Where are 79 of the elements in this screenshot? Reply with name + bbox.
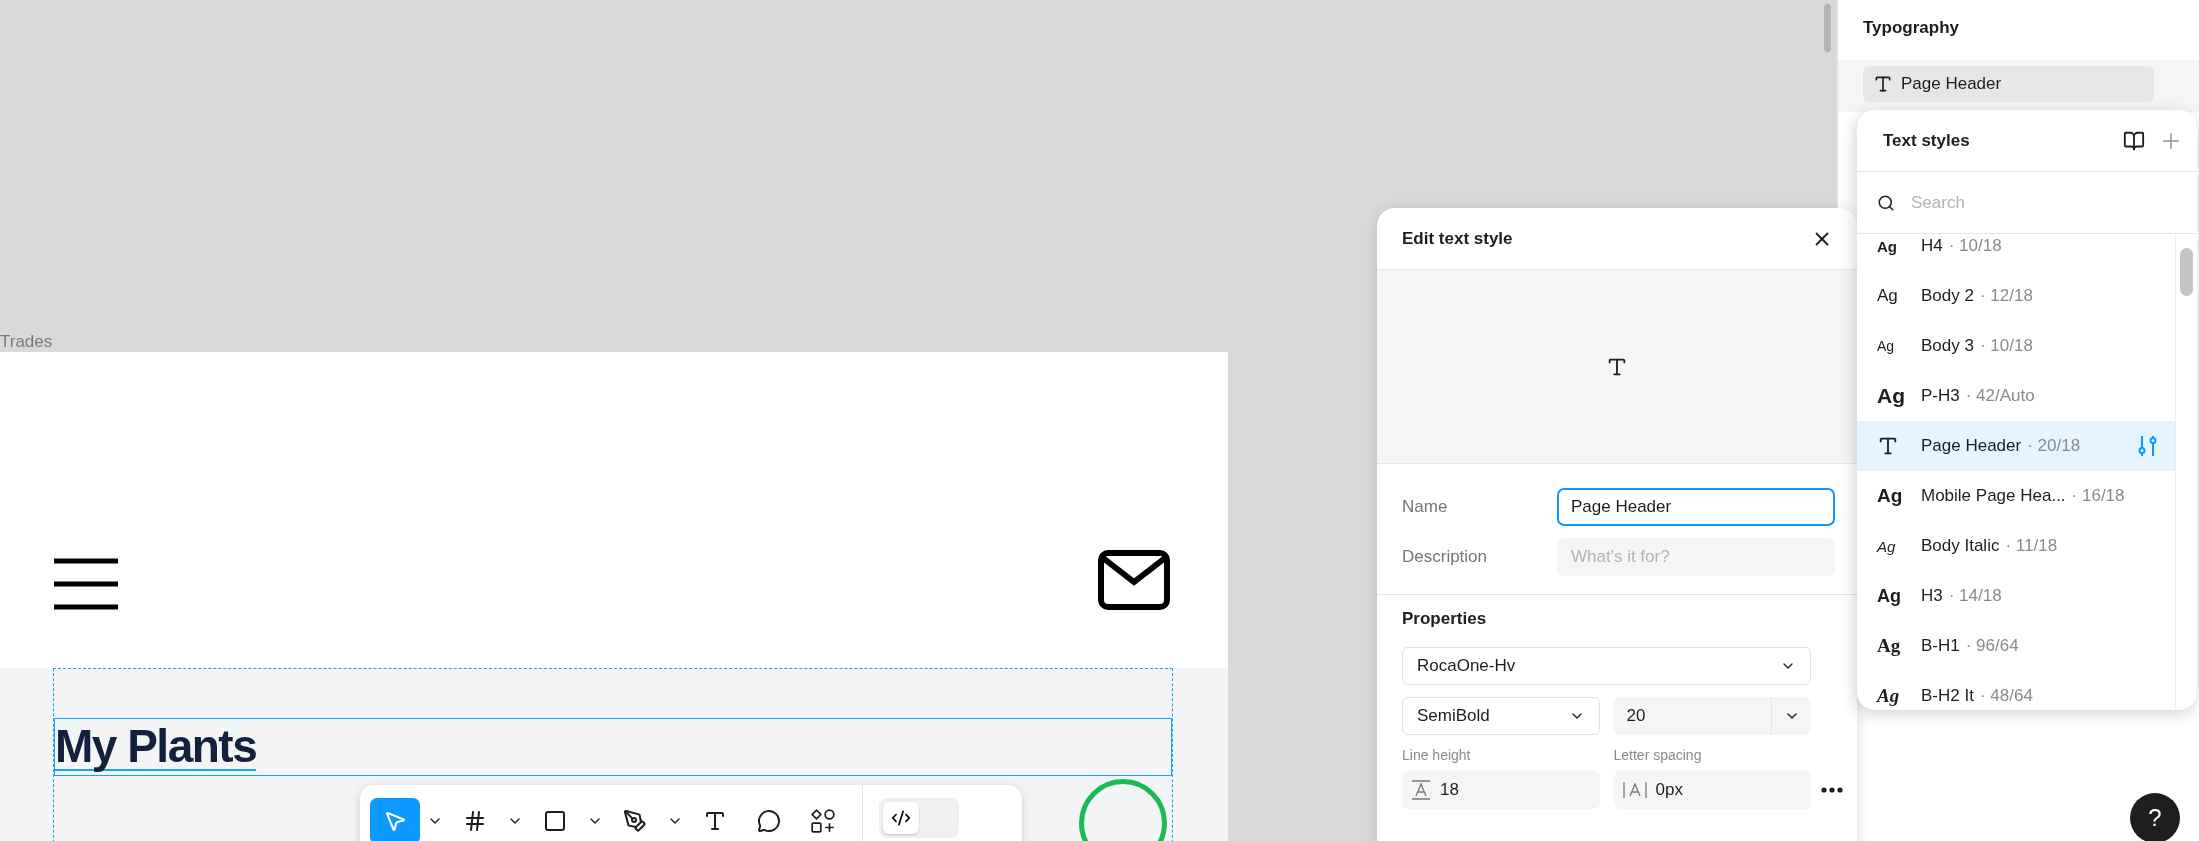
font-weight-dropdown[interactable]: SemiBold [1402, 697, 1600, 735]
search-field[interactable]: Search [1909, 191, 2177, 214]
style-name: B-H1 [1921, 636, 1960, 656]
frame-icon [463, 809, 487, 833]
style-spec: · 10/18 [1979, 336, 2033, 356]
mail-icon [1098, 550, 1170, 610]
style-name: Page Header [1921, 436, 2022, 456]
style-spec: · 42/Auto [1965, 386, 2035, 406]
style-name: B-H2 It [1921, 686, 1974, 706]
line-height-field[interactable]: 18 [1402, 771, 1600, 809]
scrollbar[interactable] [1824, 4, 1831, 52]
text-icon [703, 809, 727, 833]
style-item[interactable]: Ag Body 3 · 10/18 [1857, 321, 2175, 371]
style-preview: Ag [1877, 338, 1895, 354]
style-item[interactable]: Ag Body Italic · 11/18 [1857, 521, 2175, 571]
type-icon [1877, 435, 1899, 457]
adjust-icon [2137, 434, 2159, 458]
letter-spacing-field[interactable]: 0px [1613, 771, 1811, 809]
style-spec: · 48/64 [1979, 686, 2033, 706]
more-icon [1821, 787, 1843, 793]
frame-label: Trades [0, 332, 53, 351]
rectangle-icon [543, 809, 567, 833]
style-item[interactable]: Ag B-H2 It · 48/64 [1857, 671, 2175, 710]
field-label: Line height [1402, 747, 1472, 763]
style-item[interactable]: Ag B-H1 · 96/64 [1857, 621, 2175, 671]
shapes-plus-icon [810, 808, 836, 834]
style-spec: · 10/18 [1948, 236, 2002, 256]
comment-icon [757, 809, 781, 833]
pen-icon [623, 809, 647, 833]
style-name: P-H3 [1921, 386, 1960, 406]
style-preview: Ag [1877, 585, 1901, 607]
style-spec: · 96/64 [1965, 636, 2019, 656]
applied-style-chip[interactable]: Page Header [1863, 66, 2154, 102]
style-item[interactable]: Ag Body 2 · 12/18 [1857, 271, 2175, 321]
style-name: Mobile Page Hea... [1921, 486, 2066, 506]
style-item[interactable]: Ag H3 · 14/18 [1857, 571, 2175, 621]
code-icon [891, 808, 911, 828]
style-spec: · 14/18 [1948, 586, 2002, 606]
style-spec: · 11/18 [2005, 536, 2058, 556]
style-name: Body 2 [1921, 286, 1974, 306]
style-preview: Ag [1877, 537, 1896, 555]
style-spec: · 12/18 [1979, 286, 2033, 306]
style-item[interactable]: Page Header · 20/18 [1857, 421, 2175, 471]
pointer-icon [383, 809, 407, 833]
font-family-dropdown[interactable]: RocaOne-Hv [1402, 647, 1811, 685]
style-preview: Ag [1877, 685, 1900, 707]
move-tool[interactable] [370, 798, 420, 841]
field-label: Name [1402, 497, 1449, 517]
page-heading[interactable]: My Plants [55, 723, 257, 771]
letter-spacing-icon [1621, 779, 1648, 801]
dialog-title: Edit text style [1402, 228, 1513, 249]
type-icon [1873, 74, 1893, 94]
field-label: Description [1402, 547, 1489, 567]
popup-title: Text styles [1883, 130, 1970, 151]
search-icon [1877, 193, 1895, 212]
properties-title: Properties [1402, 609, 1488, 629]
line-height-icon [1410, 779, 1432, 801]
style-item[interactable]: Ag Mobile Page Hea... · 16/18 [1857, 471, 2175, 521]
style-preview: Ag [1877, 384, 1905, 408]
style-item[interactable]: Ag H4 · 10/18 [1857, 234, 2175, 271]
style-preview: Ag [1877, 485, 1903, 507]
style-item[interactable]: Ag P-H3 · 42/Auto [1857, 371, 2175, 421]
input-field[interactable]: What's it for? [1557, 538, 1835, 576]
dev-mode-toggle[interactable] [879, 798, 959, 838]
input-field[interactable]: Page Header [1557, 488, 1835, 526]
style-name: H3 [1921, 586, 1943, 606]
book-icon [2123, 129, 2145, 152]
style-spec: · 16/18 [2071, 486, 2125, 506]
style-preview: Ag [1877, 237, 1897, 255]
menu-icon [54, 558, 118, 610]
field-label: Letter spacing [1613, 747, 1703, 763]
font-size-field[interactable]: 20 [1613, 697, 1811, 735]
style-spec: · 20/18 [2027, 436, 2081, 456]
style-name: Body 3 [1921, 336, 1974, 356]
section-title: Typography [1863, 18, 1960, 37]
style-name: Body Italic [1921, 536, 2000, 556]
style-preview: Ag [1877, 635, 1901, 657]
style-preview: Ag [1877, 286, 1898, 306]
style-name: H4 [1921, 236, 1943, 256]
